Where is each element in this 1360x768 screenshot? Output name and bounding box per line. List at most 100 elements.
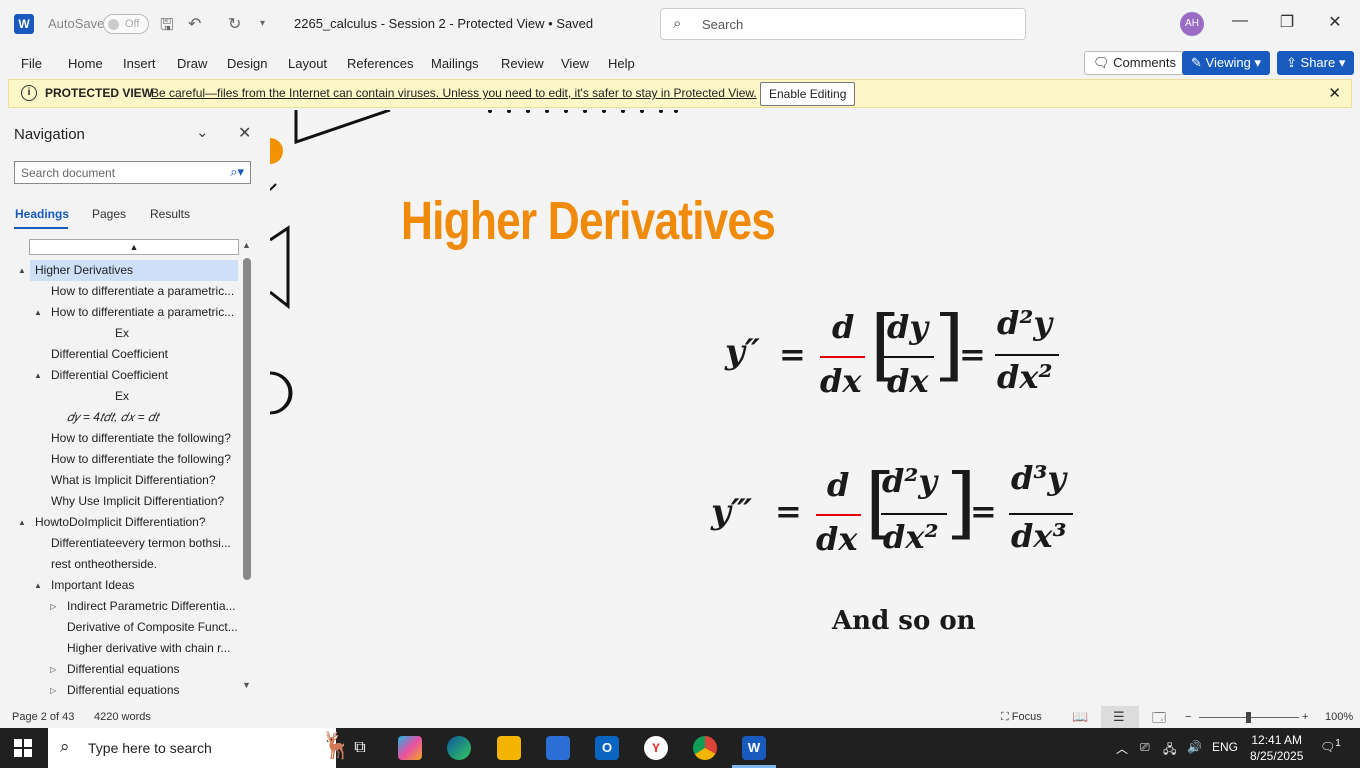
- word-taskbar-icon[interactable]: W: [742, 736, 766, 760]
- microsoft-store-icon[interactable]: [546, 736, 570, 760]
- formula-d: d: [832, 308, 855, 346]
- windows-start-icon[interactable]: [14, 739, 32, 757]
- tab-insert[interactable]: Insert: [123, 56, 156, 71]
- zoom-level[interactable]: 100%: [1325, 711, 1353, 723]
- yandex-browser-icon[interactable]: Y: [644, 736, 668, 760]
- tab-draw[interactable]: Draw: [177, 56, 207, 71]
- customize-quick-access-icon[interactable]: ▾: [260, 18, 265, 29]
- print-layout-button[interactable]: ☰: [1101, 706, 1139, 728]
- edge-browser-icon[interactable]: [447, 736, 471, 760]
- navigation-heading-item[interactable]: Differentiateevery termon bothsi...: [51, 533, 239, 554]
- enable-editing-button[interactable]: Enable Editing: [760, 82, 856, 106]
- tab-file[interactable]: File: [21, 56, 42, 71]
- navigation-heading-item[interactable]: Differential Coefficient: [51, 344, 239, 365]
- language-indicator[interactable]: ENG: [1212, 740, 1238, 754]
- comments-button[interactable]: 🗨 Comments: [1084, 51, 1185, 75]
- word-count[interactable]: 4220 words: [94, 711, 151, 723]
- expand-collapse-icon[interactable]: ▷: [50, 680, 56, 698]
- expand-collapse-icon[interactable]: ▷: [50, 596, 56, 617]
- navigation-heading-item[interactable]: Differential equations: [67, 659, 239, 680]
- search-document-input[interactable]: Search document ⌕▾: [14, 161, 251, 184]
- search-input[interactable]: ⌕ Search: [660, 8, 1026, 40]
- read-mode-icon[interactable]: 📖: [1072, 709, 1088, 725]
- expand-collapse-icon[interactable]: ▲: [34, 575, 42, 596]
- expand-collapse-icon[interactable]: ▷: [50, 659, 56, 680]
- system-clock[interactable]: 12:41 AM 8/25/2025: [1250, 732, 1303, 764]
- tab-headings[interactable]: Headings: [15, 207, 69, 221]
- expand-collapse-icon[interactable]: ▲: [34, 365, 42, 386]
- file-explorer-icon[interactable]: [497, 736, 521, 760]
- close-icon[interactable]: ✕: [1328, 84, 1341, 102]
- autosave-toggle[interactable]: Off: [103, 14, 149, 34]
- navigation-heading-item[interactable]: Higher Derivatives: [30, 260, 238, 281]
- copilot-icon[interactable]: [398, 736, 422, 760]
- navigation-heading-item[interactable]: HowtoDoImplicit Differentiation?: [35, 512, 239, 533]
- navigation-heading-item[interactable]: Higher derivative with chain r...: [67, 638, 239, 659]
- protected-view-message-link[interactable]: Be careful—files from the Internet can c…: [151, 86, 757, 100]
- tab-layout[interactable]: Layout: [288, 56, 327, 71]
- minimize-button[interactable]: —: [1225, 12, 1255, 30]
- tab-help[interactable]: Help: [608, 56, 635, 71]
- tab-home[interactable]: Home: [68, 56, 103, 71]
- document-canvas[interactable]: Higher Derivatives y″ = d dx [ dy dx ] =…: [270, 110, 1342, 690]
- close-icon[interactable]: ✕: [238, 123, 251, 143]
- fraction-bar: [1009, 513, 1073, 515]
- navigation-heading-item[interactable]: Ex: [115, 386, 239, 407]
- task-view-icon[interactable]: ⧉: [348, 736, 372, 760]
- avatar[interactable]: AH: [1180, 12, 1204, 36]
- navigation-heading-item[interactable]: How to differentiate a parametric...: [51, 281, 239, 302]
- navigation-heading-item[interactable]: Ex: [115, 323, 239, 344]
- chrome-icon[interactable]: [693, 736, 717, 760]
- expand-collapse-icon[interactable]: ▲: [18, 512, 26, 533]
- share-button[interactable]: ⇪ Share ▾: [1277, 51, 1355, 75]
- meet-now-icon[interactable]: ⎚: [1140, 740, 1150, 755]
- chevron-up-icon[interactable]: ︿: [1116, 740, 1128, 757]
- taskbar-search-input[interactable]: ⌕ Type here to search 🦌: [48, 728, 352, 768]
- navigation-heading-item[interactable]: Differential Coefficient: [51, 365, 239, 386]
- tab-pages[interactable]: Pages: [92, 207, 126, 221]
- volume-icon[interactable]: 🔊: [1187, 740, 1202, 754]
- zoom-out-icon[interactable]: −: [1185, 711, 1191, 723]
- navigation-heading-item[interactable]: How to differentiate the following?: [51, 428, 239, 449]
- navigation-heading-item[interactable]: What is Implicit Differentiation?: [51, 470, 239, 491]
- search-icon[interactable]: ⌕▾: [230, 164, 244, 180]
- restore-button[interactable]: ❐: [1272, 12, 1302, 32]
- tab-design[interactable]: Design: [227, 56, 267, 71]
- navigation-heading-item[interactable]: Derivative of Composite Funct...: [67, 617, 239, 638]
- notifications-icon[interactable]: 🗨1: [1320, 738, 1341, 754]
- redo-icon[interactable]: ↻: [228, 14, 241, 34]
- expand-collapse-icon[interactable]: ▲: [34, 302, 42, 323]
- tab-mailings[interactable]: Mailings: [431, 56, 479, 71]
- chevron-down-icon[interactable]: ⌄: [196, 123, 209, 141]
- save-icon[interactable]: 🖫: [160, 14, 174, 41]
- scroll-down-icon[interactable]: ▼: [242, 680, 251, 690]
- focus-label: Focus: [1011, 711, 1042, 723]
- document-title[interactable]: 2265_calculus - Session 2 - Protected Vi…: [294, 16, 593, 31]
- tab-results[interactable]: Results: [150, 207, 190, 221]
- scrollbar-thumb[interactable]: [243, 258, 251, 580]
- navigation-heading-item[interactable]: Indirect Parametric Differentia...: [67, 596, 239, 617]
- tab-view[interactable]: View: [561, 56, 589, 71]
- navigation-heading-item[interactable]: How to differentiate a parametric...: [51, 302, 239, 323]
- navigation-heading-item[interactable]: 𝑑𝑦 = 4𝑡𝑑𝑡, 𝑑𝑥 = 𝑑𝑡: [67, 407, 239, 428]
- undo-icon[interactable]: ↶: [188, 14, 201, 34]
- navigation-heading-item[interactable]: Differential equations: [67, 680, 239, 698]
- tab-review[interactable]: Review: [501, 56, 544, 71]
- viewing-mode-button[interactable]: ✎ Viewing ▾: [1182, 51, 1270, 75]
- scroll-up-icon[interactable]: ▲: [242, 240, 251, 250]
- page-count[interactable]: Page 2 of 43: [12, 711, 74, 723]
- scrollbar[interactable]: ▲ ▼: [242, 240, 252, 692]
- navigation-heading-item[interactable]: Important Ideas: [51, 575, 239, 596]
- navigation-heading-item[interactable]: How to differentiate the following?: [51, 449, 239, 470]
- zoom-slider-thumb[interactable]: [1246, 712, 1251, 723]
- close-button[interactable]: ✕: [1320, 12, 1350, 32]
- expand-collapse-icon[interactable]: ▲: [18, 260, 26, 281]
- network-icon[interactable]: 🖧: [1163, 740, 1176, 761]
- navigation-heading-item[interactable]: Why Use Implicit Differentiation?: [51, 491, 239, 512]
- tab-references[interactable]: References: [347, 56, 413, 71]
- zoom-in-icon[interactable]: +: [1302, 711, 1308, 723]
- navigation-heading-item[interactable]: rest ontheotherside.: [51, 554, 239, 575]
- focus-mode-button[interactable]: ⛶ Focus: [1001, 711, 1042, 724]
- outlook-icon[interactable]: O: [595, 736, 619, 760]
- collapse-all-button[interactable]: ▲: [29, 239, 239, 255]
